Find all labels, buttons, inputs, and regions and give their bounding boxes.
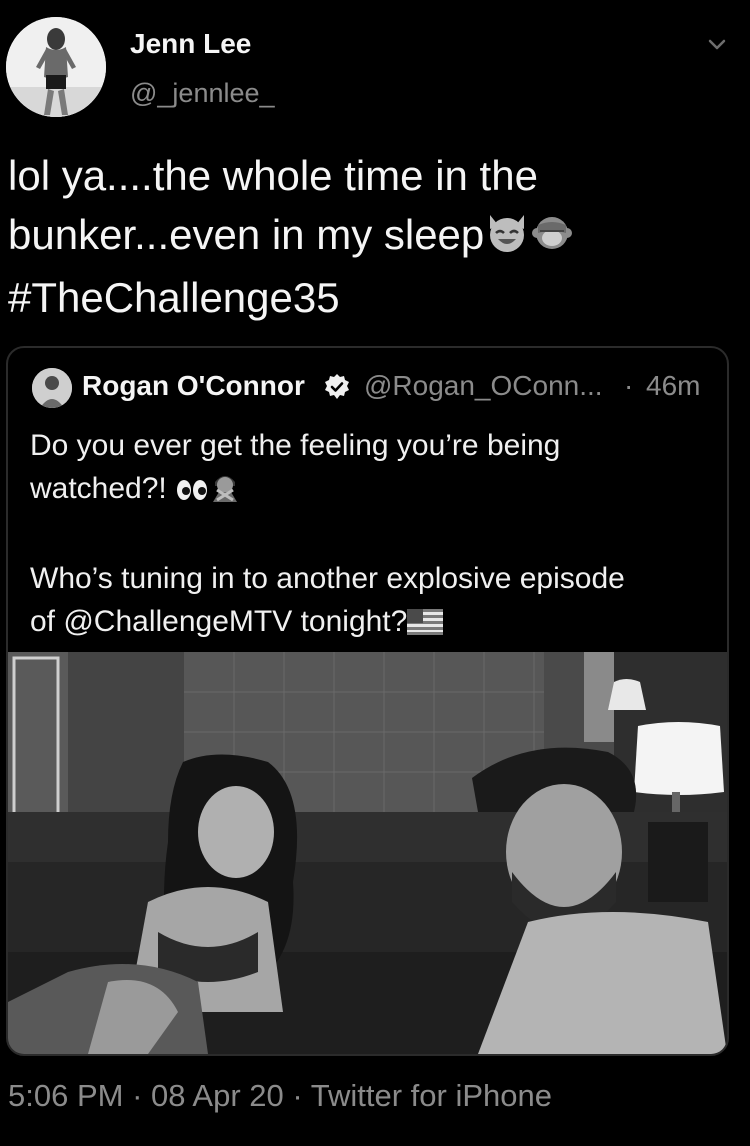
eyes-icon (175, 471, 209, 514)
tweet-text-segment: bunker...even in my sleep (8, 211, 485, 258)
person-gesturing-no-icon (209, 470, 241, 514)
quoted-text-segment: watched?! (30, 472, 167, 505)
quoted-author-avatar[interactable] (32, 368, 72, 408)
chevron-down-icon[interactable] (702, 30, 732, 60)
smiling-cat-icon (484, 209, 530, 268)
quoted-tweet-photo[interactable] (8, 652, 727, 1054)
tweet-date[interactable]: 08 Apr 20 (151, 1078, 284, 1113)
author-avatar[interactable] (6, 17, 106, 117)
quoted-text-line: watched?! (30, 467, 710, 514)
quoted-text-line: Who’s tuning in to another explosive epi… (30, 562, 625, 595)
author-handle[interactable]: @_jennlee_ (130, 78, 275, 109)
author-display-name[interactable]: Jenn Lee (130, 28, 251, 60)
see-no-evil-monkey-icon (530, 209, 574, 268)
meta-separator: · (292, 1078, 303, 1113)
tweet: Jenn Lee @_jennlee_ lol ya....the whole … (0, 0, 750, 1146)
us-flag-icon (407, 604, 444, 647)
quoted-text-blank-line (30, 514, 710, 557)
quoted-text-segment: of @ChallengeMTV tonight? (30, 605, 408, 638)
hashtag-link[interactable]: #TheChallenge35 (8, 274, 340, 321)
quoted-tweet-card[interactable]: Rogan O'Connor @Rogan_OConn... · 46m Do … (6, 346, 729, 1056)
tweet-text-line: bunker...even in my sleep (8, 205, 738, 268)
quoted-text-line: Do you ever get the feeling you’re being (30, 429, 561, 462)
tweet-time[interactable]: 5:06 PM (8, 1078, 123, 1113)
quoted-text-line: of @ChallengeMTV tonight? (30, 600, 710, 647)
verified-badge-icon (322, 372, 352, 402)
quoted-tweet-text: Do you ever get the feeling you’re being… (30, 424, 710, 647)
tweet-text-line: #TheChallenge35 (8, 268, 738, 327)
tweet-text: lol ya....the whole time in the bunker..… (8, 146, 738, 327)
meta-separator: · (132, 1078, 143, 1113)
tweet-text-line: lol ya....the whole time in the (8, 152, 538, 199)
quoted-meta-separator: · (624, 370, 634, 401)
quoted-author-display-name[interactable]: Rogan O'Connor (82, 370, 305, 402)
tweet-source-link[interactable]: Twitter for iPhone (311, 1078, 552, 1113)
quoted-author-handle[interactable]: @Rogan_OConn... (364, 370, 603, 402)
tweet-meta: 5:06 PM · 08 Apr 20 · Twitter for iPhone (8, 1078, 552, 1114)
quoted-tweet-time[interactable]: 46m (646, 370, 700, 402)
